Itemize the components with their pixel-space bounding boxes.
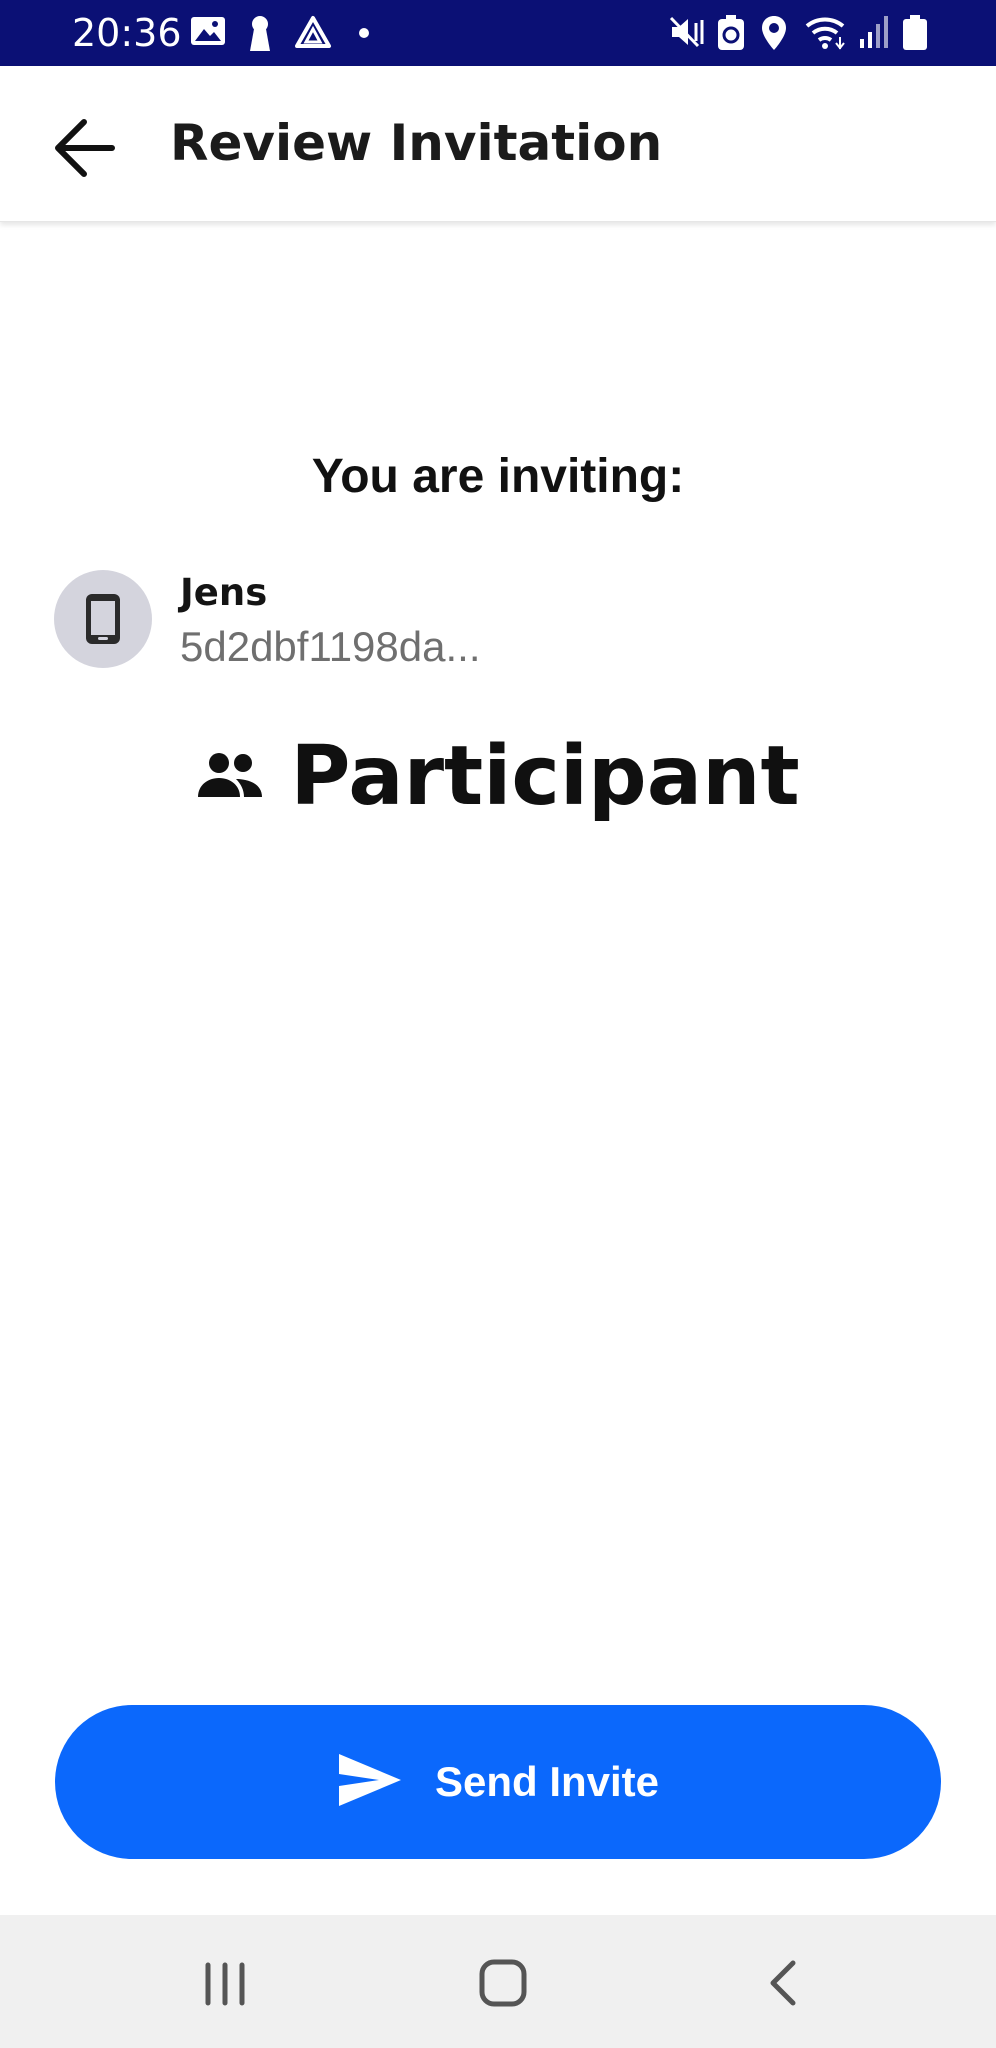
invitee-id: 5d2dbf1198da... [180, 623, 481, 670]
notification-dot-icon [358, 26, 370, 44]
back-icon [738, 1960, 828, 2027]
signal-icon [858, 15, 890, 54]
app-bar: Review Invitation [0, 66, 996, 222]
arrow-left-icon [40, 119, 130, 192]
send-invite-label: Send Invite [434, 1758, 660, 1805]
back-button[interactable] [40, 108, 130, 188]
navigation-bar [0, 1915, 996, 2048]
location-icon [760, 15, 788, 56]
battery-icon [902, 15, 928, 56]
avatar [54, 570, 152, 668]
recents-button[interactable] [180, 1943, 270, 2023]
home-button[interactable] [458, 1943, 548, 2023]
send-invite-button[interactable]: Send Invite [55, 1705, 941, 1859]
inviting-heading: You are inviting: [311, 450, 685, 503]
recents-icon [180, 1962, 270, 2027]
wifi-icon [804, 15, 850, 56]
invitee-row: Jens 5d2dbf1198da... [54, 570, 954, 670]
invitee-name: Jens [180, 571, 268, 614]
people-icon [196, 751, 264, 804]
keyhole-icon [248, 15, 272, 56]
battery-saver-icon [716, 15, 746, 56]
send-icon [337, 1752, 403, 1813]
warning-triangle-icon [294, 15, 332, 54]
role-label: Participant [290, 729, 800, 824]
status-time: 20:36 [72, 11, 182, 55]
gallery-icon [190, 15, 226, 52]
page-title: Review Invitation [170, 114, 663, 172]
status-bar: 20:36 [0, 0, 996, 66]
role-row: Participant [0, 722, 996, 832]
system-back-button[interactable] [738, 1943, 828, 2023]
mute-vibrate-icon [668, 15, 708, 54]
home-icon [458, 1959, 548, 2027]
